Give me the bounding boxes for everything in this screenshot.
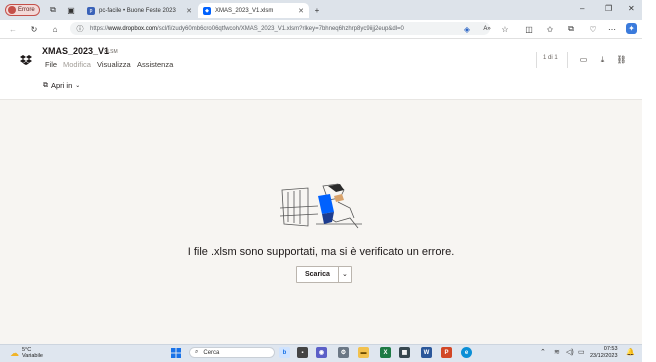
chevron-down-icon[interactable]: ⌄: [339, 267, 351, 282]
workspaces-icon[interactable]: ⧉: [48, 5, 58, 15]
chevron-up-icon[interactable]: ⌃: [540, 348, 546, 356]
speaker-icon[interactable]: ◁): [566, 348, 574, 356]
home-icon[interactable]: ⌂: [50, 24, 60, 34]
collections-icon[interactable]: ⧉: [566, 24, 576, 34]
close-tab-icon[interactable]: ✕: [186, 7, 192, 15]
url-prefix: https://: [90, 25, 109, 32]
refresh-icon[interactable]: ↻: [29, 24, 39, 34]
favorites-icon[interactable]: ✩: [545, 24, 555, 34]
close-tab-icon[interactable]: ✕: [298, 7, 304, 15]
menu-assistenza[interactable]: Assistenza: [137, 60, 173, 69]
dropbox-logo-icon[interactable]: [20, 55, 32, 65]
download-button[interactable]: Scarica: [297, 267, 339, 282]
settings-gear-icon[interactable]: ⚙: [338, 347, 349, 358]
battery-icon[interactable]: ▭: [578, 348, 585, 356]
download-button-group: Scarica ⌄: [296, 266, 352, 283]
profile-label: Errore: [18, 7, 35, 13]
teams-icon[interactable]: ◉: [316, 347, 327, 358]
tab-title: XMAS_2023_V1.xlsm: [215, 7, 274, 14]
dropbox-favicon-icon: ◆: [203, 6, 211, 15]
chevron-down-icon: ⌄: [75, 83, 81, 89]
edge-icon[interactable]: e: [461, 347, 472, 358]
notification-bell-icon[interactable]: 🔔: [626, 348, 635, 356]
comment-icon[interactable]: ▭: [578, 54, 589, 65]
file-name: XMAS_2023_V1: [42, 46, 110, 56]
weather-description: Variabile: [22, 353, 43, 359]
browser-essentials-icon[interactable]: ♡: [588, 24, 598, 34]
download-icon[interactable]: ⤓: [597, 54, 608, 65]
clock-time: 07:53: [603, 346, 618, 352]
open-in-label: Apri in: [51, 81, 73, 90]
tab-xmas-file[interactable]: ◆ XMAS_2023_V1.xlsm ✕: [198, 3, 309, 18]
page-count: 1 di 1: [543, 55, 558, 61]
file-explorer-icon[interactable]: ▬: [358, 347, 369, 358]
weather-cloud-icon: ☁: [10, 348, 19, 358]
error-illustration-icon: [279, 183, 362, 229]
excel-icon[interactable]: X: [380, 347, 391, 358]
split-screen-icon[interactable]: ◫: [524, 24, 534, 34]
file-extension: XLSM: [104, 49, 118, 55]
taskbar-search[interactable]: ⌕ Cerca: [189, 347, 275, 358]
tab-actions-icon[interactable]: ▣: [66, 5, 76, 15]
read-aloud-icon[interactable]: A»: [482, 24, 492, 34]
open-in-button[interactable]: ⧉ Apri in ⌄: [43, 81, 80, 90]
clock-date: 23/12/2023: [590, 353, 618, 359]
more-options-icon[interactable]: ⋯: [607, 24, 617, 34]
menu-visualizza[interactable]: Visualizza: [97, 60, 131, 69]
error-message: I file .xlsm sono supportati, ma si è ve…: [187, 246, 455, 258]
new-tab-button[interactable]: +: [312, 5, 322, 15]
menu-modifica[interactable]: Modifica: [63, 60, 91, 69]
link-icon[interactable]: ⛓: [616, 54, 627, 65]
tab-title: pc-facile • Buone Feste 2023: [99, 7, 176, 14]
profile-avatar-icon: [8, 6, 16, 14]
back-icon[interactable]: ←: [8, 24, 18, 34]
minimize-button[interactable]: –: [580, 4, 584, 13]
close-window-button[interactable]: ✕: [628, 4, 635, 13]
divider: [536, 52, 537, 68]
menu-file[interactable]: File: [45, 60, 57, 69]
pc-facile-favicon-icon: p: [87, 6, 95, 15]
task-view-icon[interactable]: ▪: [297, 347, 308, 358]
taskbar-clock[interactable]: 07:53 23/12/2023: [590, 346, 618, 360]
copilot-icon[interactable]: ✦: [626, 23, 637, 34]
search-placeholder: Cerca: [203, 349, 220, 356]
maximize-button[interactable]: ❐: [605, 4, 612, 13]
windows-start-icon[interactable]: [170, 347, 181, 358]
url-path: /scl/fi/zudy60mb6cro06qtfwcoh/XMAS_2023_…: [157, 25, 404, 32]
powerpoint-icon[interactable]: P: [441, 347, 452, 358]
word-icon[interactable]: W: [421, 347, 432, 358]
tab-pc-facile[interactable]: p pc-facile • Buone Feste 2023 ✕: [82, 3, 197, 18]
favorite-star-icon[interactable]: ☆: [500, 24, 510, 34]
copilot-taskbar-icon[interactable]: b: [279, 347, 290, 358]
calculator-icon[interactable]: ▦: [399, 347, 410, 358]
url-input[interactable]: https://www.dropbox.com/scl/fi/zudy60mb6…: [70, 22, 490, 35]
wifi-icon[interactable]: ≋: [554, 348, 560, 356]
site-info-icon[interactable]: ⓘ: [75, 24, 85, 34]
open-external-icon: ⧉: [43, 81, 48, 89]
search-icon: ⌕: [195, 349, 199, 355]
url-host: www.dropbox.com: [108, 25, 158, 32]
profile-button[interactable]: Errore: [5, 4, 40, 16]
tag-icon[interactable]: ◈: [462, 24, 472, 34]
weather-widget[interactable]: ☁ 5°C Variabile: [10, 347, 43, 359]
divider: [567, 52, 568, 68]
